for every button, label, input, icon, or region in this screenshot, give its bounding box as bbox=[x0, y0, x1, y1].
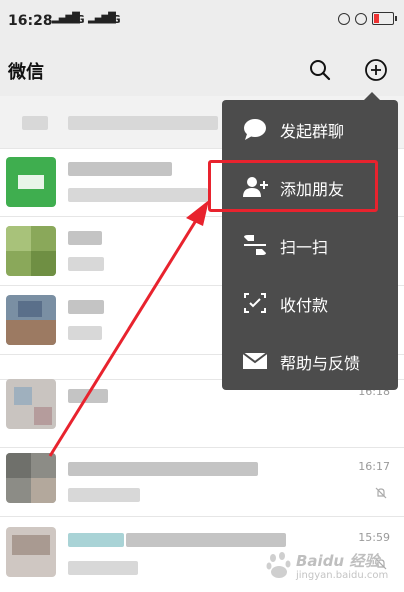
watermark-url: jingyan.baidu.com bbox=[296, 570, 389, 581]
menu-item-label: 发起群聊 bbox=[280, 122, 345, 141]
blurred-text bbox=[68, 326, 102, 340]
avatar bbox=[6, 157, 56, 207]
add-plus-icon[interactable] bbox=[364, 58, 388, 82]
baidu-paw-icon bbox=[266, 552, 291, 578]
blurred-text bbox=[126, 533, 286, 547]
scan-icon bbox=[244, 235, 266, 255]
highlight-box bbox=[208, 160, 378, 212]
menu-item-group-chat[interactable]: 发起群聊 bbox=[222, 100, 398, 158]
chat-row[interactable]: 16:17 bbox=[0, 448, 404, 517]
search-icon[interactable] bbox=[308, 58, 332, 82]
blurred-text bbox=[68, 462, 258, 476]
avatar bbox=[6, 226, 56, 276]
mute-bell-icon bbox=[375, 487, 387, 499]
status-time: 16:28 bbox=[8, 13, 53, 29]
avatar bbox=[6, 295, 56, 345]
avatar bbox=[6, 379, 56, 429]
blurred-text bbox=[68, 162, 172, 176]
menu-item-label: 扫一扫 bbox=[280, 238, 329, 257]
chat-time: 16:17 bbox=[358, 460, 390, 473]
blurred-text bbox=[68, 488, 140, 502]
blurred-text bbox=[68, 533, 124, 547]
chat-time: 15:59 bbox=[358, 531, 390, 544]
blurred-text bbox=[68, 116, 218, 130]
plus-popup-menu: 发起群聊 添加朋友 扫一扫 收付款 帮助与反馈 bbox=[222, 92, 398, 390]
blurred-text bbox=[68, 561, 138, 575]
status-bar: 16:28 ▂▄▆█ 5G ▂▄▆█ 4G bbox=[0, 0, 404, 42]
network-label-1: 5G bbox=[68, 13, 85, 26]
blurred-text bbox=[68, 188, 208, 202]
mail-icon bbox=[242, 352, 268, 369]
alarm-icon bbox=[355, 12, 367, 25]
blurred-text bbox=[22, 116, 48, 130]
avatar bbox=[6, 453, 56, 503]
blurred-text bbox=[68, 231, 102, 245]
status-icons bbox=[338, 12, 397, 25]
app-header: 微信 bbox=[0, 42, 404, 96]
lock-rotation-icon bbox=[338, 12, 350, 25]
payment-icon bbox=[244, 293, 266, 313]
menu-item-label: 收付款 bbox=[280, 296, 329, 315]
page-title: 微信 bbox=[8, 62, 44, 83]
blurred-text bbox=[68, 389, 108, 403]
menu-item-label: 帮助与反馈 bbox=[280, 354, 361, 373]
avatar bbox=[6, 527, 56, 577]
menu-item-help-feedback[interactable]: 帮助与反馈 bbox=[222, 332, 398, 390]
baidu-watermark: Baidu 经验 jingyan.baidu.com bbox=[262, 548, 402, 588]
network-label-2: 4G bbox=[104, 13, 121, 26]
blurred-text bbox=[68, 257, 104, 271]
chat-bubble-icon bbox=[244, 119, 266, 140]
watermark-brand: Baidu 经验 bbox=[296, 552, 380, 570]
menu-item-payment[interactable]: 收付款 bbox=[222, 274, 398, 332]
battery-icon bbox=[372, 12, 397, 25]
menu-item-scan[interactable]: 扫一扫 bbox=[222, 216, 398, 274]
blurred-text bbox=[68, 300, 104, 314]
